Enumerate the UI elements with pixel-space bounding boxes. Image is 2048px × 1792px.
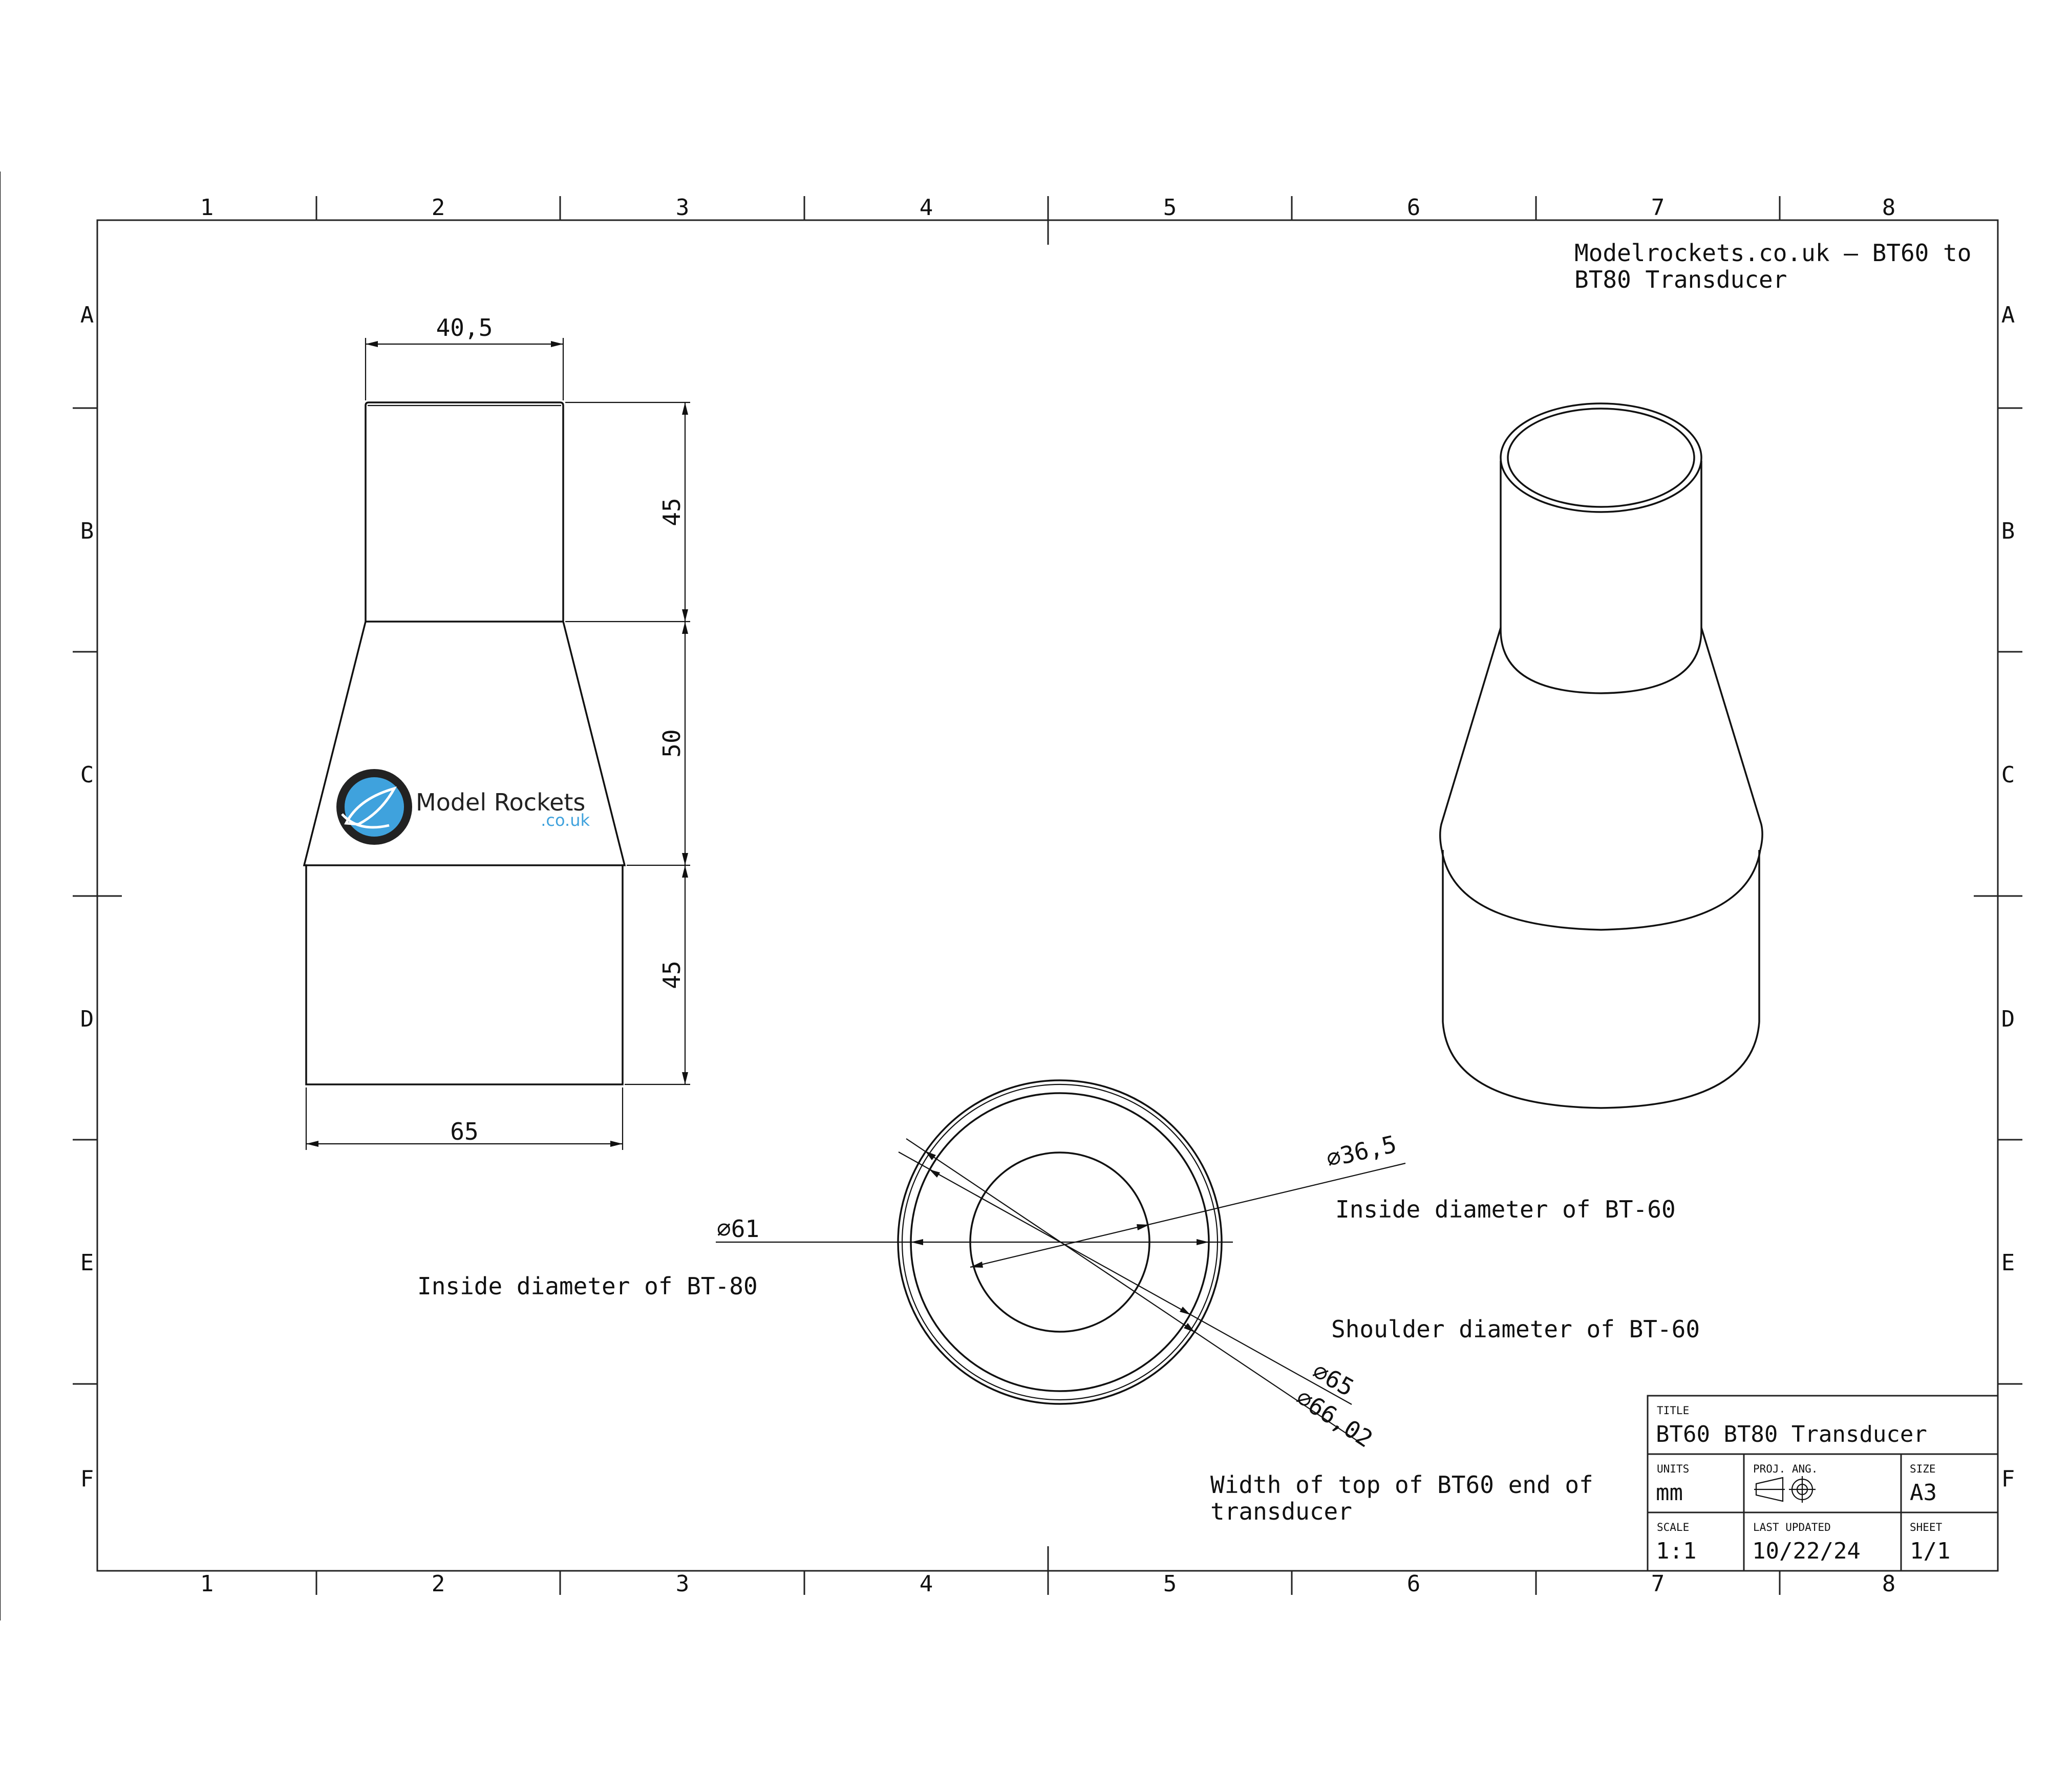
front-view: 40,5 45 50 45 65 Model Rockets .co.uk <box>303 314 690 1150</box>
proj-angle-label: PROJ. ANG. <box>1753 1463 1818 1475</box>
zone-row-label: C <box>2001 762 2015 788</box>
zone-col-label: 8 <box>1882 1571 1896 1597</box>
header-note-line-2: BT80 Transducer <box>1574 266 1787 293</box>
zone-row-label: D <box>80 1006 94 1032</box>
zone-row-label: B <box>80 518 94 544</box>
model-rockets-logo: Model Rockets .co.uk <box>336 769 590 845</box>
third-angle-projection-icon <box>1754 1476 1816 1503</box>
zone-col-label: 3 <box>676 195 690 221</box>
zone-col-label: 1 <box>200 195 214 221</box>
sheet-value: 1/1 <box>1910 1538 1950 1564</box>
note-bt60-shoulder: Shoulder diameter of BT-60 <box>1331 1315 1700 1343</box>
size-label: SIZE <box>1910 1463 1936 1475</box>
zone-col-label: 5 <box>1163 195 1177 221</box>
note-top-width-line-1: Width of top of BT60 end of <box>1210 1471 1593 1499</box>
scale-value: 1:1 <box>1656 1538 1696 1564</box>
size-value: A3 <box>1910 1480 1937 1506</box>
units-value: mm <box>1656 1480 1683 1506</box>
dim-bottom-height: 45 <box>658 961 686 989</box>
dim-d36: ⌀36,5 <box>1324 1130 1399 1173</box>
engineering-drawing: 1 2 3 4 5 6 7 8 1 2 3 4 5 6 7 8 A B C D … <box>0 172 2022 1620</box>
zone-col-label: 7 <box>1651 195 1665 221</box>
drawing-title: BT60 BT80 Transducer <box>1656 1421 1927 1447</box>
sheet-frame <box>0 172 2022 1620</box>
zone-row-label: D <box>2001 1006 2015 1032</box>
zone-row-label: C <box>80 762 94 788</box>
zone-labels-right: A B C D E F <box>2001 302 2015 1492</box>
logo-domain: .co.uk <box>541 810 590 830</box>
sheet-label: SHEET <box>1910 1521 1943 1533</box>
dim-top-width: 40,5 <box>436 314 493 342</box>
zone-row-label: A <box>80 302 94 328</box>
units-label: UNITS <box>1657 1463 1689 1475</box>
zone-row-label: F <box>80 1466 94 1492</box>
dim-cone-height: 50 <box>658 729 686 757</box>
zone-row-label: B <box>2001 518 2015 544</box>
zone-col-label: 5 <box>1163 1571 1177 1597</box>
zone-row-label: F <box>2001 1466 2015 1492</box>
zone-col-label: 8 <box>1882 195 1896 221</box>
top-view: ⌀61 ⌀36,5 ⌀65 ⌀66,02 Inside diameter of … <box>417 1079 1700 1525</box>
dim-bottom-width: 65 <box>450 1118 478 1145</box>
note-bt60-inside: Inside diameter of BT-60 <box>1335 1196 1676 1223</box>
header-note-line-1: Modelrockets.co.uk – BT60 to <box>1574 239 1971 267</box>
zone-col-label: 2 <box>432 1571 445 1597</box>
zone-col-label: 1 <box>200 1571 214 1597</box>
front-view-outline <box>303 401 626 1085</box>
zone-labels-left: A B C D E F <box>80 302 94 1492</box>
isometric-view <box>1439 402 1763 1109</box>
header-note: Modelrockets.co.uk – BT60 to BT80 Transd… <box>1574 239 1971 293</box>
zone-row-label: E <box>2001 1250 2015 1276</box>
title-block: TITLE BT60 BT80 Transducer UNITS mm PROJ… <box>1647 1395 1999 1572</box>
zone-col-label: 2 <box>432 195 445 221</box>
zone-col-label: 4 <box>920 1571 933 1597</box>
note-bt80-inside: Inside diameter of BT-80 <box>417 1272 758 1300</box>
zone-col-label: 6 <box>1407 1571 1421 1597</box>
title-label: TITLE <box>1657 1404 1689 1417</box>
dim-top-height: 45 <box>658 498 686 526</box>
note-top-width-line-2: transducer <box>1210 1498 1352 1525</box>
zone-col-label: 6 <box>1407 195 1421 221</box>
last-updated-value: 10/22/24 <box>1752 1538 1861 1564</box>
zone-col-label: 7 <box>1651 1571 1665 1597</box>
zone-col-label: 3 <box>676 1571 690 1597</box>
zone-row-label: E <box>80 1250 94 1276</box>
zone-col-label: 4 <box>920 195 933 221</box>
scale-label: SCALE <box>1657 1521 1689 1533</box>
zone-row-label: A <box>2001 302 2015 328</box>
dim-d61: ⌀61 <box>717 1215 759 1243</box>
last-updated-label: LAST UPDATED <box>1753 1521 1831 1533</box>
